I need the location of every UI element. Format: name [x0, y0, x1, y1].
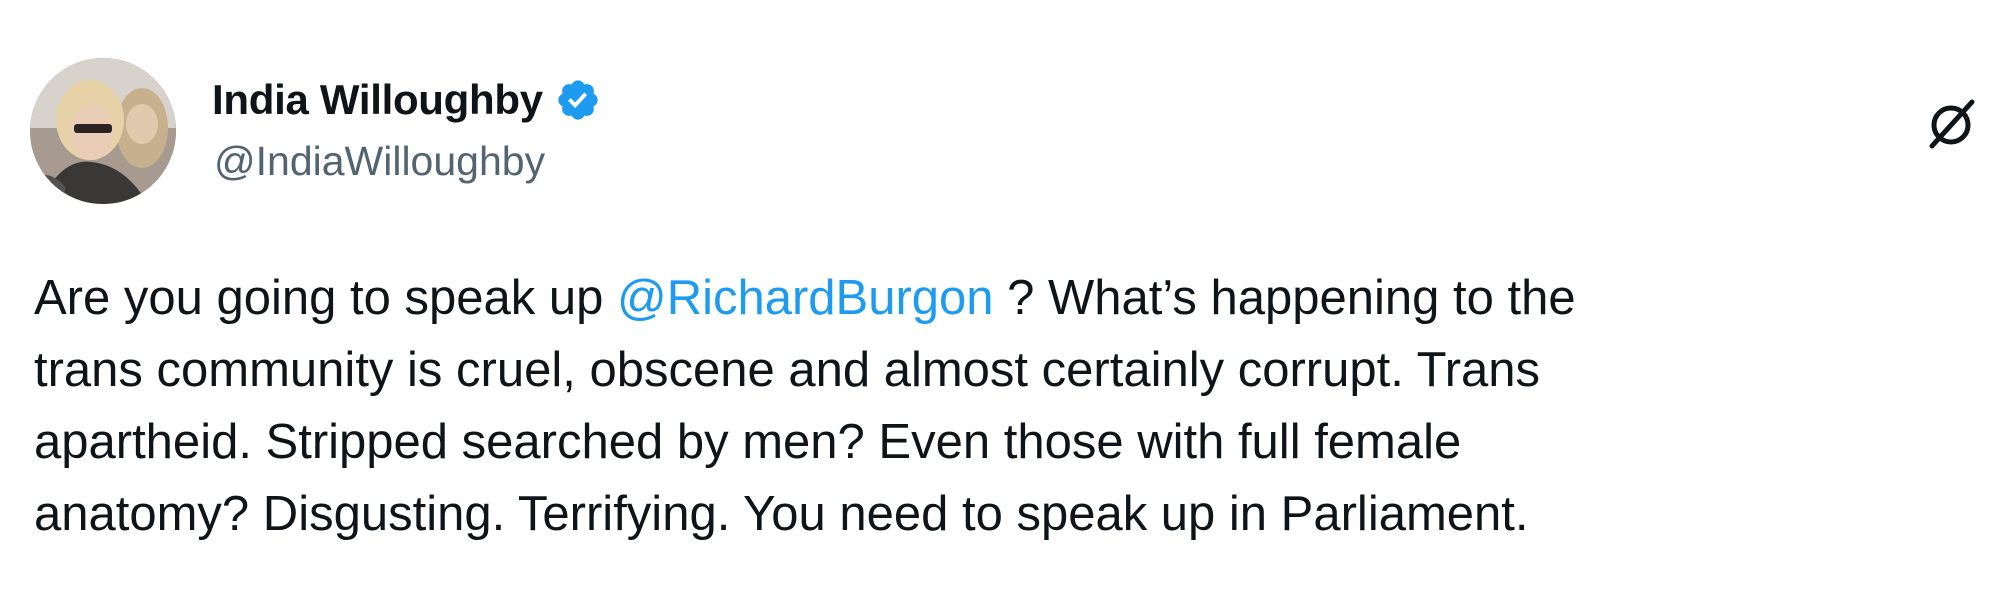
author-name-row[interactable]: India Willoughby — [212, 68, 601, 132]
tweet-text-line-4: anatomy? Disgusting. Terrifying. You nee… — [34, 487, 1529, 541]
verified-badge-icon[interactable] — [555, 77, 601, 123]
tweet-text-line-1: Are you going to speak up @RichardBurgon… — [34, 262, 1984, 334]
grok-icon[interactable] — [1924, 96, 1980, 152]
tweet-text-segment: ? What’s happening to the — [993, 271, 1576, 325]
mention-link[interactable]: @RichardBurgon — [617, 271, 994, 325]
tweet-text-line-3: apartheid. Stripped searched by men? Eve… — [34, 415, 1462, 469]
tweet-card[interactable]: India Willoughby @IndiaWilloughby Are yo… — [0, 0, 2002, 600]
avatar[interactable] — [30, 58, 176, 204]
avatar-image — [30, 58, 176, 204]
author-handle[interactable]: @IndiaWilloughby — [214, 138, 545, 185]
author-display-name[interactable]: India Willoughby — [212, 76, 543, 124]
tweet-text-line-2: trans community is cruel, obscene and al… — [34, 343, 1541, 397]
tweet-text-segment: Are you going to speak up — [34, 271, 617, 325]
tweet-text: Are you going to speak up @RichardBurgon… — [34, 262, 1984, 550]
